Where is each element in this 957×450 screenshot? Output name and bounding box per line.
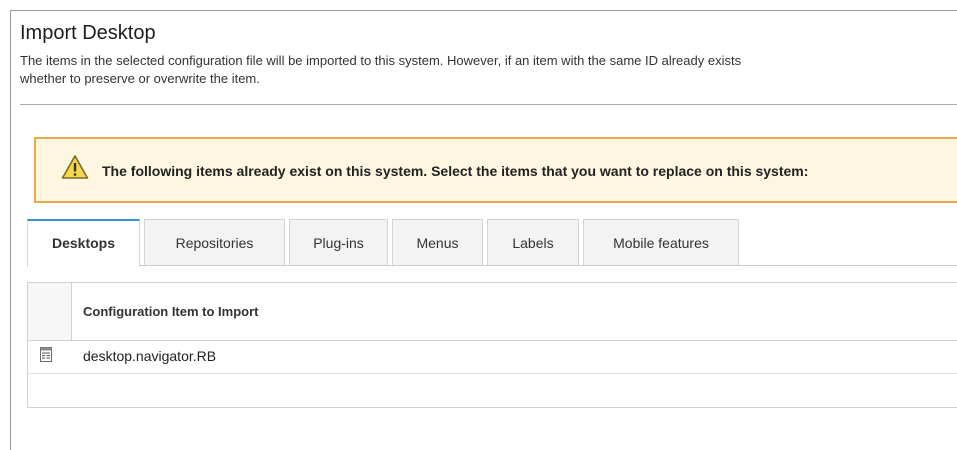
tab-bar: Desktops Repositories Plug-ins Menus Lab… [27, 219, 957, 267]
table-header: Configuration Item to Import [28, 283, 957, 341]
tab-repositories[interactable]: Repositories [144, 219, 285, 266]
warning-banner: The following items already exist on thi… [34, 137, 957, 203]
table-row[interactable]: desktop.navigator.RB [28, 340, 957, 374]
description-line-1: The items in the selected configuration … [20, 53, 742, 68]
tab-labels[interactable]: Labels [487, 219, 579, 266]
select-column-header[interactable] [28, 283, 72, 340]
page-title: Import Desktop [20, 22, 156, 44]
page-description: The items in the selected configuration … [20, 52, 957, 88]
document-icon [40, 347, 52, 367]
tab-plug-ins[interactable]: Plug-ins [289, 219, 388, 266]
warning-message: The following items already exist on thi… [102, 163, 809, 179]
description-line-2: whether to preserve or overwrite the ite… [20, 71, 260, 86]
tab-bar-underline [27, 265, 957, 266]
tab-menus[interactable]: Menus [392, 219, 483, 266]
import-items-table: Configuration Item to Import desktop.nav… [27, 282, 957, 408]
divider [20, 104, 957, 105]
tab-mobile-features[interactable]: Mobile features [583, 219, 739, 266]
column-header-configuration-item[interactable]: Configuration Item to Import [83, 304, 258, 319]
item-name: desktop.navigator.RB [83, 348, 217, 364]
tab-desktops[interactable]: Desktops [27, 219, 140, 267]
warning-triangle-icon [61, 154, 89, 185]
